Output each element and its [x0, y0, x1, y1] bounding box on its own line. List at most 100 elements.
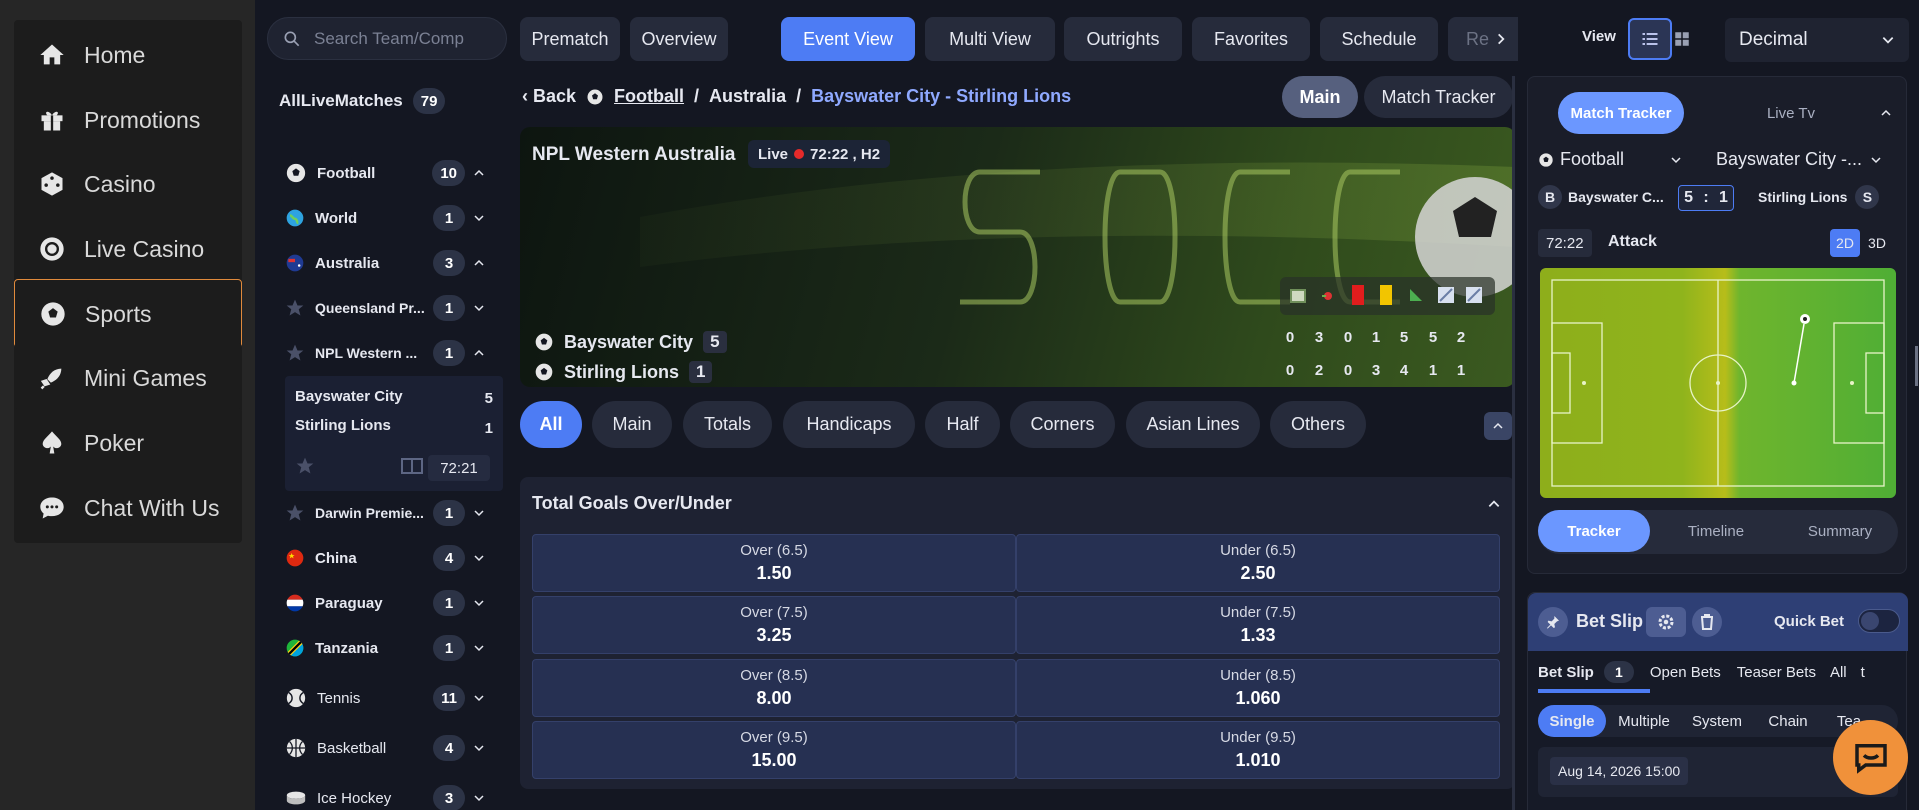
tab-summary[interactable]: Summary — [1782, 510, 1898, 552]
league-row-darwin[interactable]: Darwin Premie... 1 — [285, 497, 485, 529]
main-view-toggle[interactable]: Main — [1282, 76, 1358, 118]
bet-type-system[interactable]: System — [1682, 713, 1752, 730]
tab-multi-view[interactable]: Multi View — [925, 17, 1055, 61]
star-icon[interactable] — [285, 503, 305, 523]
odd-value: 8.00 — [756, 688, 792, 708]
market-tab-handicaps[interactable]: Handicaps — [783, 401, 915, 448]
tab-outrights[interactable]: Outrights — [1064, 17, 1182, 61]
odd-under-8-5[interactable]: Under (8.5) 1.060 — [1016, 659, 1500, 717]
quick-bet-toggle[interactable] — [1858, 609, 1900, 633]
chevron-down-icon[interactable] — [473, 692, 485, 704]
chevron-up-icon[interactable] — [1880, 107, 1892, 119]
bet-type-chain[interactable]: Chain — [1752, 713, 1824, 730]
live-chat-button[interactable] — [1833, 720, 1908, 795]
tab-bet-slip[interactable]: Bet Slip — [1538, 664, 1594, 681]
odd-over-9-5[interactable]: Over (9.5) 15.00 — [532, 721, 1016, 779]
tab-live-tv[interactable]: Live Tv — [1728, 92, 1854, 134]
chevron-up-icon[interactable] — [1487, 497, 1501, 511]
tab-match-tracker[interactable]: Match Tracker — [1558, 92, 1684, 134]
country-row-australia[interactable]: Australia 3 — [285, 247, 485, 279]
tab-favorites[interactable]: Favorites — [1192, 17, 1310, 61]
mode-2d[interactable]: 2D — [1830, 229, 1860, 257]
tab-open-bets[interactable]: Open Bets — [1650, 664, 1721, 681]
nav-home[interactable]: Home — [14, 20, 242, 90]
chevron-up-icon[interactable] — [473, 257, 485, 269]
market-tab-main[interactable]: Main — [592, 401, 672, 448]
chevron-up-icon[interactable] — [473, 347, 485, 359]
odds-format-select[interactable]: Decimal — [1725, 18, 1909, 62]
nav-chat[interactable]: Chat With Us — [14, 473, 242, 543]
back-button[interactable]: ‹ Back — [522, 86, 576, 107]
tab-schedule[interactable]: Schedule — [1320, 17, 1438, 61]
grid-view-toggle[interactable] — [1660, 18, 1704, 60]
country-row-tanzania[interactable]: Tanzania 1 — [285, 632, 485, 664]
odd-over-6-5[interactable]: Over (6.5) 1.50 — [532, 534, 1016, 592]
tab-teaser-bets[interactable]: Teaser Bets — [1737, 664, 1816, 681]
chevron-down-icon[interactable] — [473, 507, 485, 519]
nav-mini-games[interactable]: Mini Games — [14, 343, 242, 413]
odd-under-7-5[interactable]: Under (7.5) 1.33 — [1016, 596, 1500, 654]
tab-more-partial[interactable]: t — [1861, 664, 1865, 681]
breadcrumb-country[interactable]: Australia — [709, 86, 786, 107]
bet-type-single[interactable]: Single — [1538, 705, 1606, 737]
sport-row-ice-hockey[interactable]: Ice Hockey 3 — [285, 782, 485, 810]
odd-under-9-5[interactable]: Under (9.5) 1.010 — [1016, 721, 1500, 779]
country-row-world[interactable]: World 1 — [285, 202, 485, 234]
search-input[interactable] — [314, 28, 484, 49]
live-match-card[interactable]: Bayswater City 5 Stirling Lions 1 72:21 — [285, 376, 503, 491]
chevron-down-icon[interactable] — [473, 642, 485, 654]
tab-timeline[interactable]: Timeline — [1660, 510, 1772, 552]
nav-sports[interactable]: Sports — [14, 279, 242, 349]
league-row-queensland[interactable]: Queensland Pr... 1 — [285, 292, 485, 324]
field-icon[interactable] — [401, 458, 423, 474]
tab-tracker[interactable]: Tracker — [1538, 510, 1650, 552]
country-row-china[interactable]: China 4 — [285, 542, 485, 574]
tab-event-view[interactable]: Event View — [781, 17, 915, 61]
mode-3d[interactable]: 3D — [1862, 229, 1892, 257]
nav-live-casino[interactable]: Live Casino — [14, 214, 242, 284]
tab-prematch[interactable]: Prematch — [520, 17, 620, 61]
nav-promotions[interactable]: Promotions — [14, 85, 242, 155]
tab-all[interactable]: All — [1830, 664, 1847, 681]
scrollbar[interactable] — [1915, 346, 1918, 386]
odd-under-6-5[interactable]: Under (6.5) 2.50 — [1016, 534, 1500, 592]
market-tab-totals[interactable]: Totals — [683, 401, 772, 448]
chevron-up-icon[interactable] — [473, 167, 485, 179]
market-tab-half[interactable]: Half — [925, 401, 1000, 448]
tab-overview[interactable]: Overview — [630, 17, 728, 61]
market-tab-all[interactable]: All — [520, 401, 582, 448]
chevron-down-icon[interactable] — [473, 742, 485, 754]
nav-poker[interactable]: Poker — [14, 408, 242, 478]
breadcrumb-sport[interactable]: Football — [614, 86, 684, 107]
match-tracker-toggle[interactable]: Match Tracker — [1364, 76, 1513, 118]
settings-button[interactable] — [1646, 607, 1686, 637]
tracker-sport-select[interactable]: Football — [1538, 149, 1682, 170]
collapse-all-button[interactable] — [1484, 412, 1512, 440]
market-tab-corners[interactable]: Corners — [1010, 401, 1115, 448]
country-row-paraguay[interactable]: Paraguay 1 — [285, 587, 485, 619]
odd-over-8-5[interactable]: Over (8.5) 8.00 — [532, 659, 1016, 717]
bet-type-multiple[interactable]: Multiple — [1606, 713, 1682, 730]
chevron-down-icon[interactable] — [473, 302, 485, 314]
star-icon[interactable] — [285, 343, 305, 363]
tracker-match-select[interactable]: Bayswater City -... — [1716, 149, 1882, 170]
chevron-down-icon[interactable] — [473, 792, 485, 804]
chevron-down-icon[interactable] — [473, 212, 485, 224]
star-icon[interactable] — [285, 298, 305, 318]
sport-row-football[interactable]: Football 10 — [285, 157, 485, 189]
tab-more-partial[interactable]: Re — [1448, 17, 1518, 61]
chevron-down-icon[interactable] — [473, 597, 485, 609]
market-tab-others[interactable]: Others — [1270, 401, 1366, 448]
trash-button[interactable] — [1692, 607, 1722, 637]
odd-over-7-5[interactable]: Over (7.5) 3.25 — [532, 596, 1016, 654]
sport-row-tennis[interactable]: Tennis 11 — [285, 682, 485, 714]
nav-casino[interactable]: Casino — [14, 149, 242, 219]
search-box[interactable] — [267, 17, 507, 60]
market-tab-asian-lines[interactable]: Asian Lines — [1126, 401, 1260, 448]
star-icon[interactable] — [295, 456, 315, 476]
sport-row-basketball[interactable]: Basketball 4 — [285, 732, 485, 764]
chevron-right-icon[interactable] — [1494, 32, 1508, 46]
chevron-down-icon[interactable] — [473, 552, 485, 564]
pin-icon[interactable] — [1538, 607, 1568, 637]
league-row-npl-western[interactable]: NPL Western ... 1 — [285, 337, 485, 369]
